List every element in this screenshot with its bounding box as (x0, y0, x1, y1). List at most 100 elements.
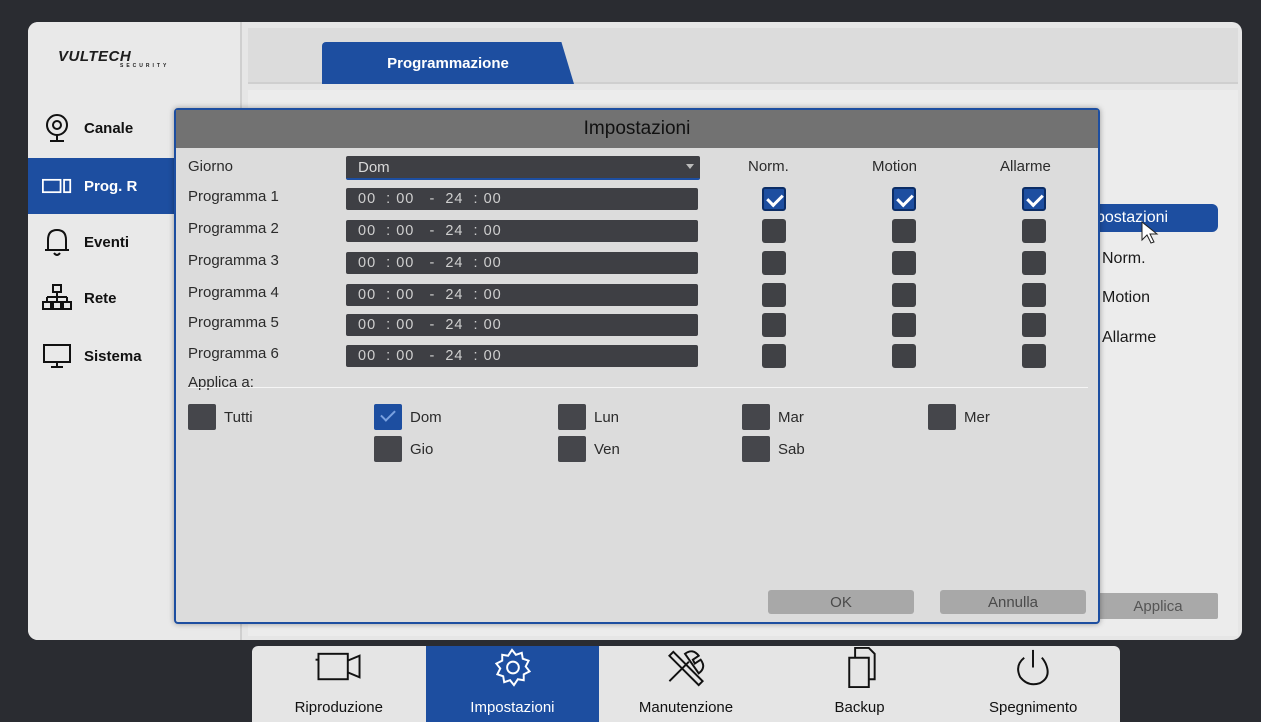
copy-icon (847, 646, 876, 689)
motion-checkbox[interactable] (892, 283, 916, 307)
motion-checkbox[interactable] (892, 313, 916, 337)
giorno-label: Giorno (188, 158, 234, 175)
day-label: Dom (410, 408, 442, 426)
program-time-field[interactable]: 00 : 00 - 24 : 00 (346, 188, 698, 210)
motion-checkbox[interactable] (892, 344, 916, 368)
power-icon (1017, 649, 1049, 686)
program-label: Programma 5 (188, 314, 279, 331)
chevron-down-icon (686, 164, 694, 169)
checkbox[interactable] (742, 404, 770, 430)
allarme-checkbox[interactable] (1022, 219, 1046, 243)
checkbox[interactable] (188, 404, 216, 430)
tab-programmazione[interactable]: Programmazione (322, 42, 574, 84)
giorno-value: Dom (358, 158, 390, 176)
record-icon (42, 171, 72, 201)
divider (188, 387, 1088, 388)
nav-spegnimento[interactable]: Spegnimento (946, 646, 1120, 722)
checkbox[interactable] (374, 404, 402, 430)
nav-label: Riproduzione (294, 699, 383, 716)
motion-checkbox[interactable] (892, 187, 916, 211)
norm-checkbox[interactable] (762, 187, 786, 211)
allarme-checkbox[interactable] (1022, 313, 1046, 337)
checkbox[interactable] (374, 436, 402, 462)
program-label: Programma 4 (188, 284, 279, 301)
day-label: Sab (778, 440, 805, 458)
tools-icon (667, 650, 705, 687)
annulla-button[interactable]: Annulla (940, 590, 1086, 614)
day-checkbox-ven[interactable]: Ven (558, 436, 620, 462)
nav-backup[interactable]: Backup (773, 646, 947, 722)
program-time-field[interactable]: 00 : 00 - 24 : 00 (346, 252, 698, 274)
day-checkbox-gio[interactable]: Gio (374, 436, 433, 462)
nav-manutenzione[interactable]: Manutenzione (599, 646, 773, 722)
program-time-field[interactable]: 00 : 00 - 24 : 00 (346, 314, 698, 336)
day-label: Tutti (224, 408, 253, 426)
day-label: Mar (778, 408, 804, 426)
day-label: Gio (410, 440, 434, 458)
allarme-checkbox[interactable] (1022, 344, 1046, 368)
sidebar-item-label: Canale (84, 119, 134, 137)
motion-checkbox[interactable] (892, 219, 916, 243)
network-icon (42, 283, 72, 313)
sidebar-item-label: Eventi (84, 233, 130, 251)
day-checkbox-sab[interactable]: Sab (742, 436, 805, 462)
nav-label: Spegnimento (988, 699, 1078, 716)
sidebar-item-label: Sistema (84, 347, 142, 365)
day-label: Ven (594, 440, 620, 458)
allarme-checkbox[interactable] (1022, 283, 1046, 307)
checkbox[interactable] (928, 404, 956, 430)
day-checkbox-dom[interactable]: Dom (374, 404, 442, 430)
bottom-nav: Riproduzione Impostazioni Manutenzione B… (252, 646, 1120, 722)
norm-label-background: Norm. (1102, 250, 1146, 267)
norm-checkbox[interactable] (762, 251, 786, 275)
monitor-icon (42, 341, 72, 371)
camera-icon (42, 113, 72, 143)
motion-label-background: Motion (1102, 289, 1151, 306)
norm-checkbox[interactable] (762, 283, 786, 307)
day-label: Lun (594, 408, 620, 426)
program-label: Programma 1 (188, 188, 279, 205)
checkbox[interactable] (558, 436, 586, 462)
sidebar-item-label: Prog. R (84, 177, 138, 195)
allarme-checkbox[interactable] (1022, 187, 1046, 211)
gear-icon (495, 648, 532, 687)
day-checkbox-mer[interactable]: Mer (928, 404, 990, 430)
checkbox[interactable] (558, 404, 586, 430)
day-checkbox-lun[interactable]: Lun (558, 404, 619, 430)
norm-checkbox[interactable] (762, 313, 786, 337)
program-time-field[interactable]: 00 : 00 - 24 : 00 (346, 220, 698, 242)
dialog-title: Impostazioni (176, 110, 1098, 148)
ok-button[interactable]: OK (768, 590, 914, 614)
motion-checkbox[interactable] (892, 251, 916, 275)
giorno-dropdown[interactable]: Dom (346, 156, 700, 180)
norm-checkbox[interactable] (762, 344, 786, 368)
nav-label: Manutenzione (638, 699, 734, 716)
program-label: Programma 3 (188, 252, 279, 269)
allarme-checkbox[interactable] (1022, 251, 1046, 275)
logo-tagline: SECURITY (120, 63, 170, 69)
nav-label: Impostazioni (470, 699, 555, 716)
vultech-logo: VULTECH SECURITY (58, 48, 198, 78)
applica-button[interactable]: Applica (1098, 593, 1218, 619)
impostazioni-dialog: Impostazioni Giorno Dom Norm. Motion All… (174, 108, 1100, 624)
mouse-cursor-icon (1141, 220, 1159, 244)
column-motion: Motion (872, 158, 918, 175)
nav-label: Backup (834, 699, 885, 716)
nav-riproduzione[interactable]: Riproduzione (252, 646, 426, 722)
nav-impostazioni[interactable]: Impostazioni (425, 646, 600, 722)
day-label: Mer (964, 408, 990, 426)
program-time-field[interactable]: 00 : 00 - 24 : 00 (346, 345, 698, 367)
bell-icon (42, 227, 72, 257)
program-time-field[interactable]: 00 : 00 - 24 : 00 (346, 284, 698, 306)
allarme-label-background: Allarme (1102, 329, 1157, 346)
day-checkbox-mar[interactable]: Mar (742, 404, 804, 430)
program-label: Programma 6 (188, 345, 279, 362)
norm-checkbox[interactable] (762, 219, 786, 243)
checkbox[interactable] (742, 436, 770, 462)
day-checkbox-tutti[interactable]: Tutti (188, 404, 253, 430)
column-norm: Norm. (748, 158, 789, 175)
program-label: Programma 2 (188, 220, 279, 237)
sidebar-item-label: Rete (84, 289, 117, 307)
video-camera-icon (315, 652, 361, 681)
column-allarme: Allarme (1000, 158, 1051, 175)
